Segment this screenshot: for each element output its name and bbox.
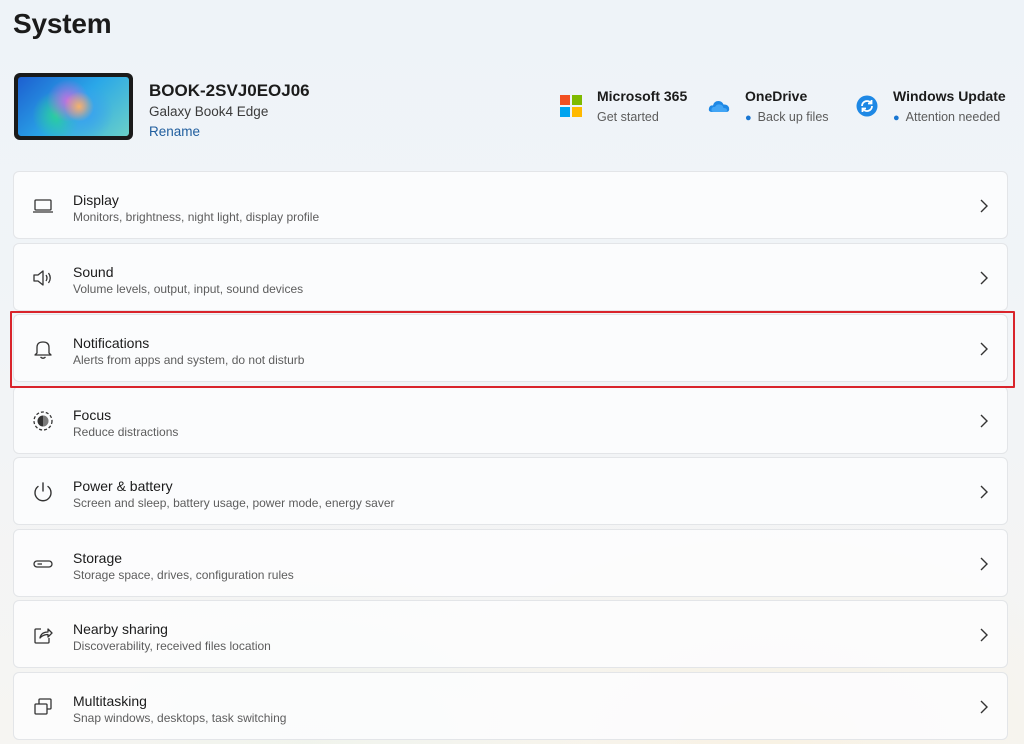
onedrive-cloud-icon [708, 101, 730, 112]
status-dot-icon: ● [745, 112, 752, 124]
settings-item-title: Power & battery [73, 478, 173, 494]
windows-update-sync-icon [856, 95, 878, 117]
settings-item-nearby-sharing[interactable]: Nearby sharing Discoverability, received… [13, 600, 1008, 668]
status-dot-icon: ● [893, 112, 900, 124]
settings-item-sound[interactable]: Sound Volume levels, output, input, soun… [13, 242, 1008, 311]
settings-item-subtitle: Discoverability, received files location [73, 639, 271, 653]
settings-item-subtitle: Volume levels, output, input, sound devi… [73, 281, 304, 296]
speaker-icon [33, 269, 51, 286]
settings-item-title: Storage [73, 549, 123, 566]
quick-link-title: OneDrive [745, 88, 808, 104]
chevron-right-icon [980, 271, 988, 284]
chevron-right-icon [980, 700, 988, 713]
settings-item-title: Notifications [73, 335, 150, 351]
settings-item-notifications[interactable]: Notifications Alerts from apps and syste… [13, 314, 1008, 382]
settings-item-title: Nearby sharing [73, 621, 168, 637]
quick-link-subtitle-text: Back up files [757, 110, 829, 124]
monitor-icon [33, 199, 53, 213]
chevron-right-icon [980, 199, 988, 213]
settings-item-subtitle: Storage space, drives, configuration rul… [73, 567, 294, 582]
settings-item-storage[interactable]: Storage Storage space, drives, configura… [13, 528, 1008, 597]
settings-item-subtitle: Screen and sleep, battery usage, power m… [73, 496, 395, 510]
settings-item-display[interactable]: Display Monitors, brightness, night ligh… [13, 171, 1008, 239]
share-icon [34, 628, 53, 644]
drive-icon [33, 559, 53, 568]
settings-item-title: Focus [73, 406, 112, 423]
settings-item-subtitle: Snap windows, desktops, task switching [73, 710, 287, 725]
microsoft-365-logo-icon [560, 95, 582, 117]
device-thumbnail [14, 73, 133, 140]
chevron-right-icon [980, 342, 988, 356]
chevron-right-icon [980, 628, 988, 642]
device-wallpaper-image [18, 77, 129, 136]
focus-icon [33, 410, 53, 431]
settings-item-focus[interactable]: Focus Reduce distractions [13, 385, 1008, 454]
settings-item-title: Sound [73, 263, 114, 280]
bell-icon [34, 341, 52, 359]
page-title: System [13, 8, 112, 39]
quick-link-subtitle: ● Attention needed [893, 110, 1000, 124]
chevron-right-icon [980, 414, 988, 427]
settings-item-power-battery[interactable]: Power & battery Screen and sleep, batter… [13, 457, 1008, 525]
rename-link[interactable]: Rename [149, 124, 200, 139]
settings-item-subtitle: Alerts from apps and system, do not dist… [73, 353, 305, 367]
settings-item-subtitle: Reduce distractions [73, 424, 179, 439]
quick-link-title: Microsoft 365 [597, 88, 688, 104]
settings-item-title: Display [73, 192, 119, 208]
quick-link-subtitle: Get started [597, 110, 659, 124]
device-model: Galaxy Book4 Edge [149, 104, 269, 119]
chevron-right-icon [980, 557, 988, 570]
power-icon [34, 482, 52, 502]
device-name: BOOK-2SVJ0EOJ06 [149, 81, 310, 100]
settings-item-multitasking[interactable]: Multitasking Snap windows, desktops, tas… [13, 671, 1008, 740]
settings-item-title: Multitasking [73, 692, 147, 709]
quick-link-title: Windows Update [893, 88, 1006, 104]
multitasking-windows-icon [34, 697, 52, 715]
chevron-right-icon [980, 485, 988, 499]
quick-link-subtitle-text: Attention needed [905, 110, 1001, 124]
settings-item-subtitle: Monitors, brightness, night light, displ… [73, 210, 320, 224]
quick-link-subtitle: ● Back up files [745, 110, 829, 124]
